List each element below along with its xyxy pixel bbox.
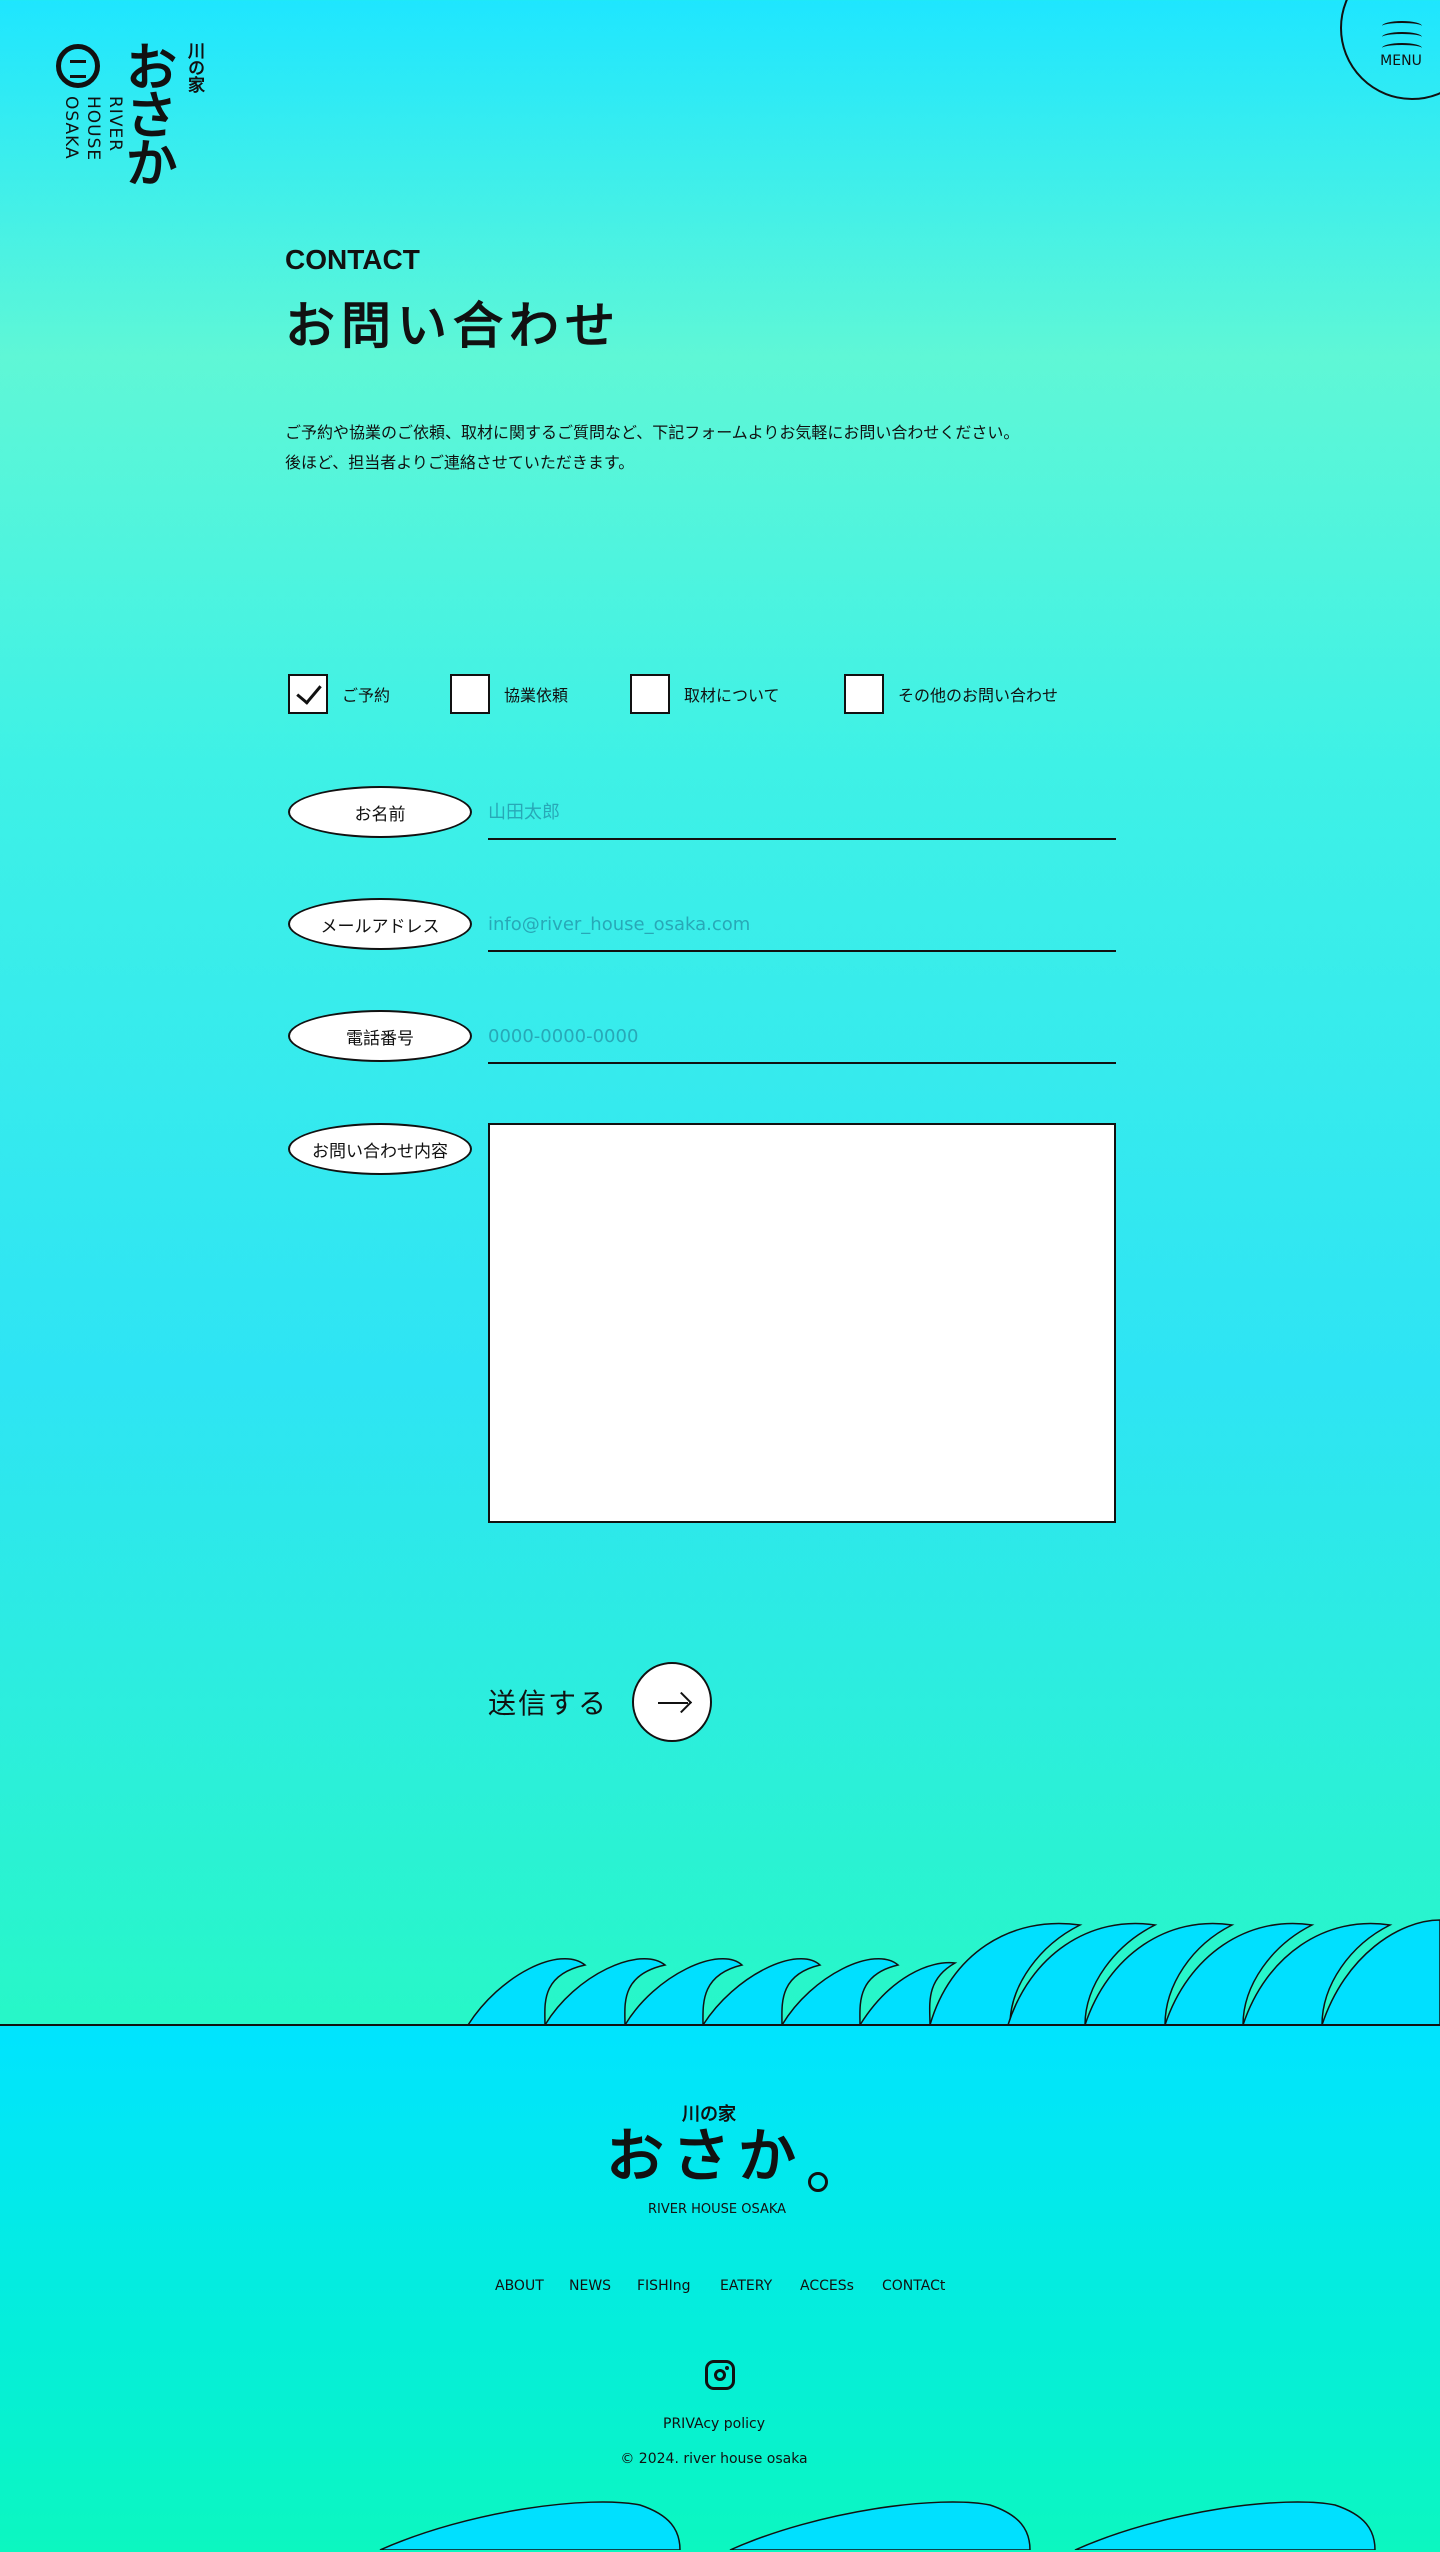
footer-logo[interactable]: 川の家 おさか RIVER HOUSE OSAKA (606, 2100, 838, 2220)
contact-page: RIVER HOUSE OSAKA おさか 川の家 MENU CONTACT お… (0, 0, 1440, 2552)
intro-line: ご予約や協業のご依頼、取材に関するご質問など、下記フォームよりお気軽にお問い合わ… (285, 423, 1020, 442)
name-field[interactable] (488, 786, 1116, 840)
name-label: お名前 (288, 786, 472, 838)
footer-nav-eatery[interactable]: EATERY (720, 2278, 772, 2294)
instagram-icon[interactable] (705, 2360, 735, 2390)
checkbox-other[interactable]: その他のお問い合わせ (844, 674, 1058, 714)
checkbox-label: 取材について (684, 686, 780, 705)
intro-text: ご予約や協業のご依頼、取材に関するご質問など、下記フォームよりお気軽にお問い合わ… (285, 418, 1105, 478)
checkbox-collaboration[interactable]: 協業依頼 (450, 674, 568, 714)
footer-logo-subtitle: RIVER HOUSE OSAKA (648, 2202, 787, 2217)
checkbox-press[interactable]: 取材について (630, 674, 780, 714)
footer-logo-wordmark: おさか (606, 2122, 805, 2190)
inquiry-type-group: ご予約 協業依頼 取材について その他のお問い合わせ (288, 674, 1188, 714)
footer-nav-fishing[interactable]: FISHIng (637, 2278, 690, 2294)
phone-label: 電話番号 (288, 1010, 472, 1062)
checkbox-reservation[interactable]: ご予約 (288, 674, 390, 714)
wave-decoration (466, 1919, 1440, 2026)
copyright: © 2024. river house osaka (620, 2451, 808, 2467)
checkbox-box[interactable] (844, 674, 884, 714)
logo-kicker: 川の家 (184, 42, 204, 93)
message-label: お問い合わせ内容 (288, 1123, 472, 1175)
arrow-right-icon[interactable] (632, 1662, 712, 1742)
intro-line: 後ほど、担当者よりご連絡させていただきます。 (285, 453, 635, 472)
footer-nav-access[interactable]: ACCESs (800, 2278, 854, 2294)
submit-button[interactable]: 送信する (488, 1662, 728, 1742)
site-logo[interactable]: RIVER HOUSE OSAKA おさか 川の家 (56, 40, 216, 220)
logo-wordmark: おさか (116, 40, 176, 184)
checkbox-label: ご予約 (342, 686, 391, 705)
email-row: メールアドレス (288, 898, 1116, 952)
footer-nav-news[interactable]: NEWS (569, 2278, 611, 2294)
bottom-wave-decoration (379, 2501, 1376, 2550)
footer-nav-contact[interactable]: CONTACt (882, 2278, 945, 2294)
seal-icon (808, 2172, 828, 2192)
name-row: お名前 (288, 786, 1116, 840)
seal-icon (56, 44, 100, 88)
privacy-link[interactable]: PRIVAcy policy (0, 2416, 1428, 2432)
footer-nav: ABOUT NEWS FISHIng EATERY ACCESs CONTACt (480, 2278, 960, 2302)
checkbox-label: 協業依頼 (504, 686, 569, 705)
wave-menu-icon (1382, 21, 1422, 54)
page-title: お問い合わせ (285, 296, 621, 355)
message-field[interactable] (488, 1123, 1116, 1523)
email-label: メールアドレス (288, 898, 472, 950)
section-eyebrow: CONTACT (285, 244, 420, 275)
checkbox-label: その他のお問い合わせ (898, 686, 1059, 705)
phone-row: 電話番号 (288, 1010, 1116, 1064)
submit-label: 送信する (488, 1687, 609, 1720)
checkbox-box[interactable] (450, 674, 490, 714)
email-field[interactable] (488, 898, 1116, 952)
footer-nav-about[interactable]: ABOUT (495, 2278, 544, 2294)
menu-label: MENU (1380, 53, 1422, 69)
checkbox-box[interactable] (630, 674, 670, 714)
menu-button[interactable]: MENU (1340, 0, 1440, 100)
checkbox-box[interactable] (288, 674, 328, 714)
phone-field[interactable] (488, 1010, 1116, 1064)
message-row: お問い合わせ内容 (288, 1123, 1116, 1523)
